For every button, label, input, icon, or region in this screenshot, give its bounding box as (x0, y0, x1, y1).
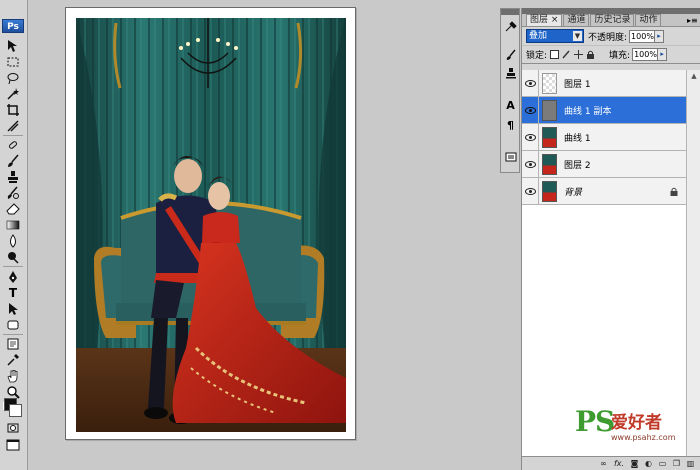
tool-divider (3, 266, 23, 267)
lock-label: 锁定: (526, 51, 548, 61)
move-tool-icon[interactable] (3, 38, 23, 54)
layer-name: 图层 2 (564, 160, 591, 171)
layer-list: 图层 1 曲线 1 副本 曲线 1 图层 2 背景 (522, 70, 686, 456)
layer-row[interactable]: 图层 1 (522, 70, 686, 97)
tab-layers[interactable]: 图层 × (526, 14, 563, 26)
brushes-icon[interactable] (503, 47, 518, 63)
clone-source-icon[interactable] (503, 65, 518, 81)
mask-icon[interactable]: ◙ (630, 459, 639, 468)
opacity-slider-arrow-icon[interactable]: ▸ (655, 29, 665, 43)
quick-mask-icon[interactable] (3, 420, 23, 436)
layer-name: 曲线 1 副本 (564, 106, 612, 117)
path-selection-icon[interactable] (3, 301, 23, 317)
visibility-eye-icon[interactable] (522, 70, 539, 96)
layer-row[interactable]: 曲线 1 (522, 124, 686, 151)
layers-bottom-bar: ∞ fx. ◙ ◐ ▭ ❐ ▥ (522, 456, 700, 470)
paragraph-panel-icon[interactable]: ¶ (503, 117, 518, 133)
group-icon[interactable]: ▭ (658, 459, 667, 468)
fill-input[interactable]: 100% (632, 48, 659, 61)
layers-panel: 图层 × 通道 历史记录 动作 ▸≡ 叠加 ▼ 不透明度: 100% ▸ 锁定: … (521, 8, 700, 470)
opacity-input[interactable]: 100% (629, 29, 656, 43)
tab-history[interactable]: 历史记录 (590, 14, 635, 26)
blend-row: 叠加 ▼ 不透明度: 100% ▸ (522, 27, 700, 46)
layer-comps-icon[interactable] (503, 149, 518, 165)
marquee-tool-icon[interactable] (3, 54, 23, 70)
healing-brush-icon[interactable] (3, 137, 23, 153)
visibility-eye-icon[interactable] (522, 124, 539, 150)
adjustment-icon[interactable]: ◐ (644, 459, 653, 468)
layer-row[interactable]: 图层 2 (522, 151, 686, 178)
wedding-photo-image (76, 18, 346, 432)
magic-wand-icon[interactable] (3, 86, 23, 102)
new-layer-icon[interactable]: ❐ (672, 459, 681, 468)
background-color-swatch[interactable] (9, 404, 22, 417)
layer-lock-icon (670, 187, 678, 196)
layer-name: 曲线 1 (564, 133, 591, 144)
lock-row: 锁定: 填充: 100% ▸ (522, 46, 700, 64)
layer-name: 图层 1 (564, 79, 591, 90)
tool-divider (3, 135, 23, 136)
dodge-tool-icon[interactable] (3, 249, 23, 265)
layer-thumbnail (542, 126, 557, 148)
lock-all-icon[interactable] (586, 50, 595, 59)
gradient-tool-icon[interactable] (3, 217, 23, 233)
lock-pixels-icon[interactable] (562, 50, 571, 59)
collapsed-panel-dock: A ¶ (500, 8, 520, 173)
fill-slider-arrow-icon[interactable]: ▸ (658, 48, 668, 61)
fx-icon[interactable]: fx. (613, 459, 625, 468)
layer-list-scrollbar[interactable]: ▲ (686, 70, 700, 456)
brush-tool-icon[interactable] (3, 153, 23, 169)
character-panel-icon[interactable]: A (503, 97, 518, 113)
visibility-eye-icon[interactable] (522, 97, 539, 123)
dropdown-arrow-icon: ▼ (573, 31, 582, 41)
clone-stamp-icon[interactable] (3, 169, 23, 185)
lock-transparency-icon[interactable] (550, 50, 560, 59)
blur-tool-icon[interactable] (3, 233, 23, 249)
tab-actions[interactable]: 动作 (635, 14, 662, 26)
tool-divider (3, 334, 23, 335)
notes-tool-icon[interactable] (3, 336, 23, 352)
scroll-up-arrow-icon[interactable]: ▲ (687, 70, 700, 82)
lasso-tool-icon[interactable] (3, 70, 23, 86)
visibility-eye-icon[interactable] (522, 151, 539, 177)
eyedropper-icon[interactable] (3, 352, 23, 368)
type-tool-icon[interactable]: T (3, 285, 23, 301)
lock-position-icon[interactable] (574, 50, 584, 59)
opacity-label: 不透明度: (588, 32, 628, 43)
dock-grip[interactable] (501, 9, 519, 15)
slice-tool-icon[interactable] (3, 118, 23, 134)
trash-icon[interactable]: ▥ (686, 459, 695, 468)
screen-mode-icon[interactable] (3, 437, 23, 453)
history-brush-icon[interactable] (3, 185, 23, 201)
photoshop-logo: Ps (2, 19, 24, 33)
eraser-tool-icon[interactable] (3, 201, 23, 217)
pen-tool-icon[interactable] (3, 269, 23, 285)
crop-tool-icon[interactable] (3, 102, 23, 118)
tools-panel: Ps T (0, 0, 28, 470)
layer-name: 背景 (564, 187, 583, 198)
panel-tabs: 图层 × 通道 历史记录 动作 ▸≡ (522, 14, 700, 27)
visibility-eye-icon[interactable] (522, 178, 539, 204)
fill-label: 填充: (609, 51, 631, 61)
layer-thumbnail (542, 72, 557, 94)
document-canvas[interactable] (65, 7, 356, 440)
tool-presets-icon[interactable] (503, 19, 518, 35)
layer-thumbnail (542, 99, 557, 121)
layer-row[interactable]: 背景 (522, 178, 686, 205)
hand-tool-icon[interactable] (3, 368, 23, 384)
tab-channels[interactable]: 通道 (563, 14, 590, 26)
blend-mode-select[interactable]: 叠加 ▼ (526, 29, 584, 43)
layer-row-selected[interactable]: 曲线 1 副本 (522, 97, 686, 124)
shape-tool-icon[interactable] (3, 317, 23, 333)
panel-menu-icon[interactable]: ▸≡ (687, 16, 698, 26)
layer-thumbnail (542, 180, 557, 202)
close-tab-icon[interactable]: × (551, 15, 559, 25)
layer-thumbnail (542, 153, 557, 175)
link-icon[interactable]: ∞ (599, 459, 608, 468)
